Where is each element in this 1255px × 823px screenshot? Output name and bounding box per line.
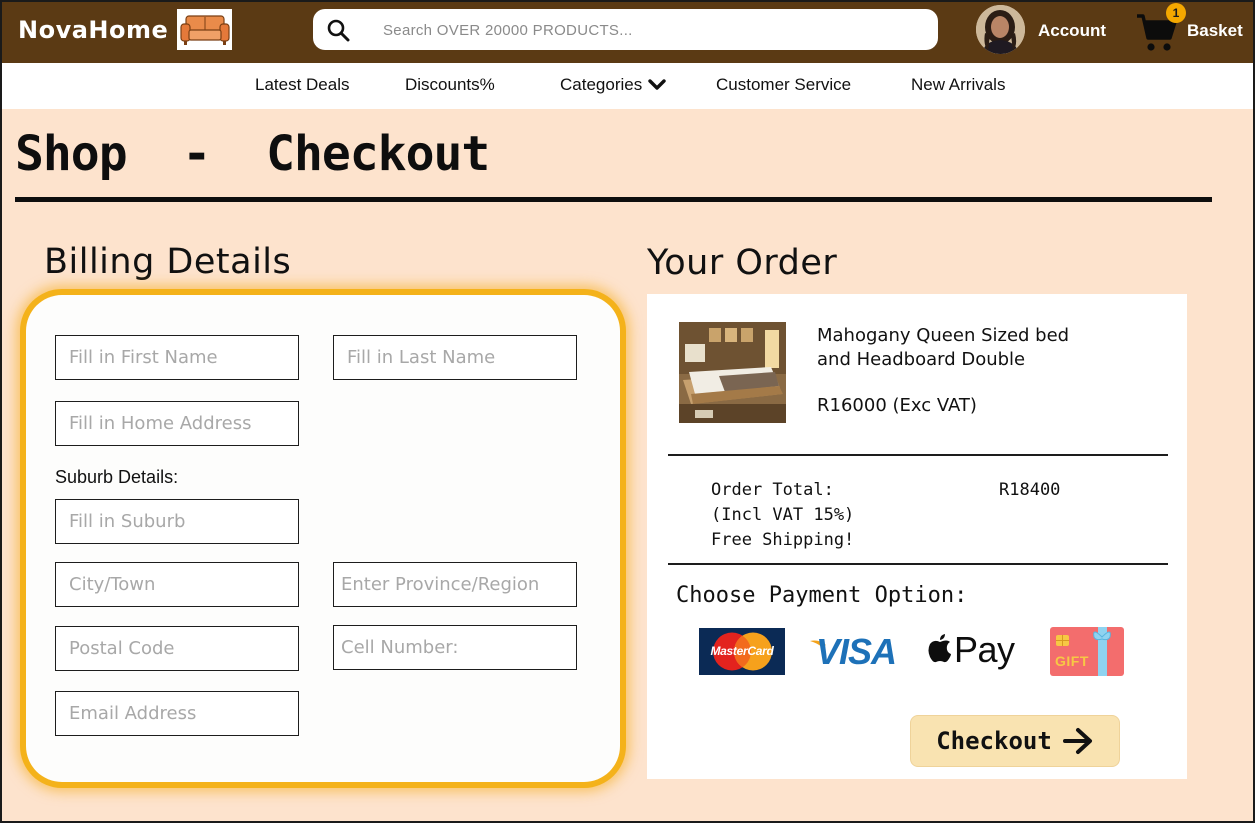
vat-note: (Incl VAT 15%) — [711, 505, 855, 525]
title-divider — [15, 197, 1212, 202]
shipping-note: Free Shipping! — [711, 530, 855, 550]
payment-title: Choose Payment Option: — [676, 583, 968, 608]
gift-card-option[interactable]: GIFT — [1050, 627, 1124, 676]
arrow-right-icon — [1062, 728, 1092, 754]
product-price: R16000 (Exc VAT) — [817, 395, 977, 416]
email-field[interactable] — [55, 691, 299, 736]
visa-label: VISA — [816, 631, 897, 672]
nav-latest-deals[interactable]: Latest Deals — [255, 75, 350, 95]
nav-customer-service[interactable]: Customer Service — [716, 75, 851, 95]
suburb-details-label: Suburb Details: — [55, 467, 179, 487]
home-address-field[interactable] — [55, 401, 299, 446]
checkout-button[interactable]: Checkout — [910, 715, 1120, 767]
postal-code-field[interactable] — [55, 626, 299, 671]
search-icon[interactable] — [326, 18, 350, 42]
search-bar — [313, 9, 938, 50]
city-field[interactable] — [55, 562, 299, 607]
nav-label: Categories — [560, 75, 643, 94]
suburb-field[interactable] — [55, 499, 299, 544]
search-input[interactable] — [383, 17, 923, 43]
nav-discounts[interactable]: Discounts% — [405, 75, 495, 95]
nav-categories[interactable]: Categories — [560, 75, 666, 95]
apple-pay-label: Pay — [954, 629, 1015, 670]
nav-label: New Arrivals — [911, 75, 1006, 94]
chevron-down-icon — [648, 79, 666, 90]
nav-label: Customer Service — [716, 75, 852, 94]
billing-title: Billing Details — [44, 242, 292, 282]
province-field[interactable] — [333, 562, 577, 607]
checkout-page: NovaHome Search OVER 20000 PRODUCTS... A… — [0, 0, 1255, 823]
page-title: Shop - Checkout — [15, 126, 490, 182]
checkout-label: Checkout — [936, 727, 1052, 755]
gift-card-label: GIFT — [1055, 653, 1089, 669]
mastercard-label: MasterCard — [710, 644, 774, 658]
mastercard-option[interactable]: MasterCard — [699, 628, 785, 675]
avatar[interactable] — [976, 5, 1025, 54]
product-name[interactable]: Mahogany Queen Sized bed and Headboard D… — [817, 324, 1117, 372]
basket-link[interactable]: Basket — [1187, 21, 1243, 41]
product-name-line: and Headboard Double — [817, 349, 1026, 370]
cell-number-field[interactable] — [333, 625, 577, 670]
divider — [668, 454, 1168, 456]
divider — [668, 563, 1168, 565]
apple-pay-option[interactable]: Pay — [927, 629, 1019, 675]
product-image[interactable] — [679, 322, 786, 423]
apple-icon — [928, 634, 951, 663]
basket-count-badge: 1 — [1166, 3, 1186, 23]
last-name-field[interactable] — [333, 335, 577, 380]
brand-name[interactable]: NovaHome — [18, 16, 168, 44]
sofa-icon[interactable] — [177, 9, 232, 50]
first-name-field[interactable] — [55, 335, 299, 380]
account-link[interactable]: Account — [1038, 21, 1106, 41]
order-total-label: Order Total: — [711, 480, 834, 500]
product-name-line: Mahogany Queen Sized bed — [817, 325, 1070, 346]
order-title: Your Order — [647, 243, 838, 283]
top-bar: NovaHome Search OVER 20000 PRODUCTS... A… — [2, 2, 1253, 63]
order-total-value: R18400 — [999, 480, 1061, 500]
main-nav: Latest Deals Discounts% Categories Custo… — [2, 63, 1253, 109]
visa-option[interactable]: VISA — [810, 629, 902, 675]
nav-label: Latest Deals — [255, 75, 350, 94]
nav-new-arrivals[interactable]: New Arrivals — [911, 75, 1005, 95]
nav-label: Discounts% — [405, 75, 495, 94]
